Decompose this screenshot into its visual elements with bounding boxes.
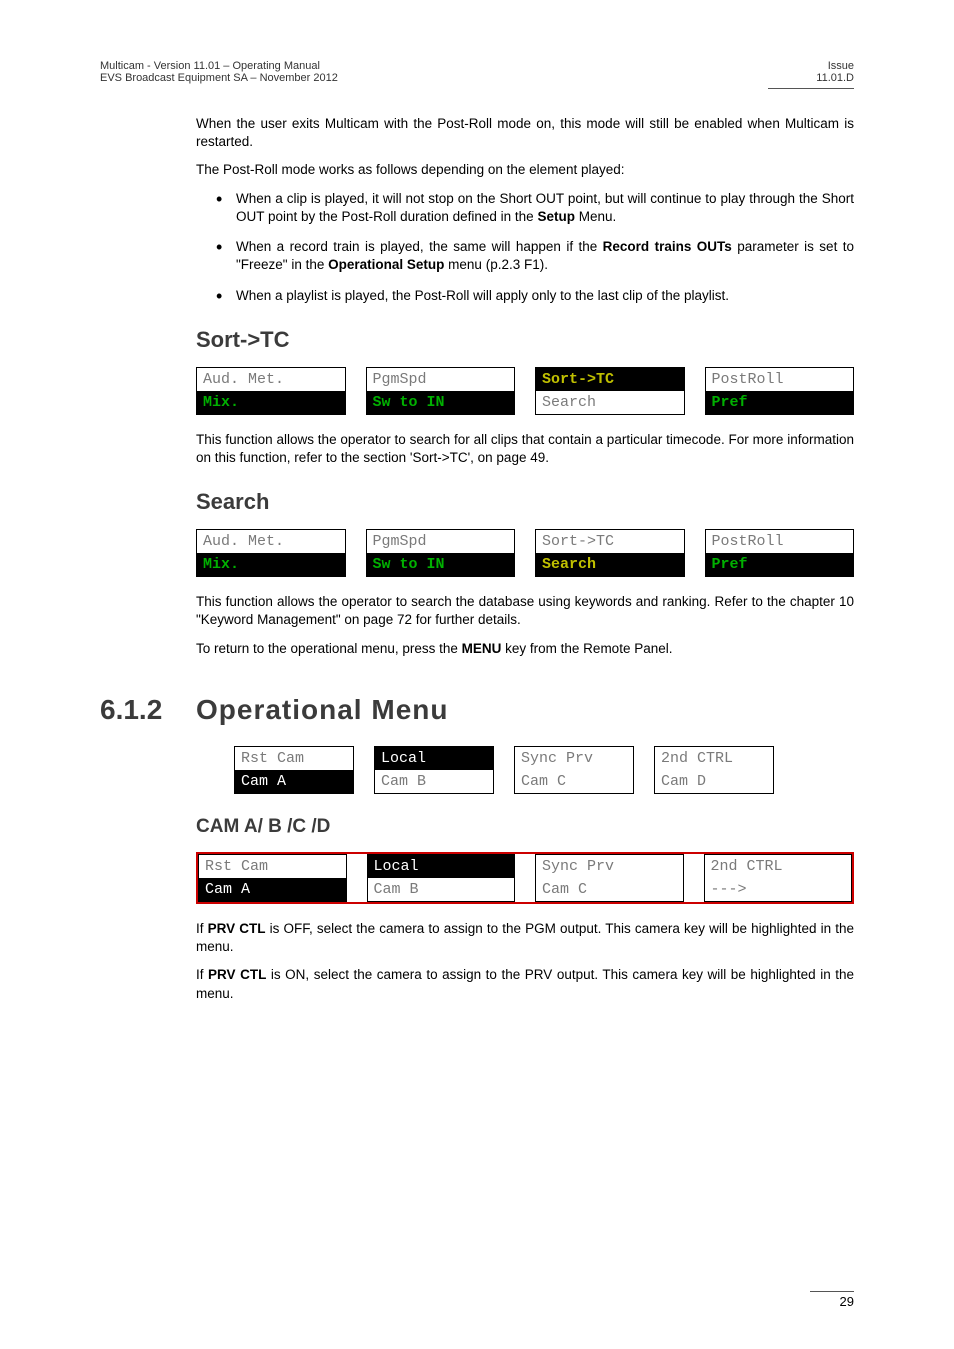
section-title: Operational Menu	[196, 694, 448, 726]
sorttc-heading: Sort->TC	[196, 327, 854, 353]
menu-cell: 2nd CTRL	[655, 747, 773, 770]
menu-cell: Search	[536, 553, 684, 576]
menu-cell: Rst Cam	[199, 855, 346, 878]
menu-col-4: PostRoll Pref	[705, 367, 855, 415]
menu-cell: Mix.	[197, 553, 345, 576]
menu-cell: Cam A	[235, 770, 353, 793]
menu-col-1: Rst Cam Cam A	[198, 854, 347, 902]
menu-cell: PgmSpd	[367, 530, 515, 553]
footer-rule	[810, 1291, 854, 1292]
menu-cell: Pref	[706, 553, 854, 576]
menu-col-2: Local Cam B	[374, 746, 494, 794]
menu-cell: Mix.	[197, 391, 345, 414]
search-menu-figure: Aud. Met. Mix. PgmSpd Sw to IN Sort->TC …	[196, 529, 854, 577]
menu-cell: Sync Prv	[515, 747, 633, 770]
sorttc-menu-figure: Aud. Met. Mix. PgmSpd Sw to IN Sort->TC …	[196, 367, 854, 415]
menu-cell: Sort->TC	[536, 368, 684, 391]
intro-para2: The Post-Roll mode works as follows depe…	[196, 161, 854, 179]
search-para2: To return to the operational menu, press…	[196, 640, 854, 658]
menu-cell: PostRoll	[706, 530, 854, 553]
menu-cell: Cam A	[199, 878, 346, 901]
footer: 29	[810, 1291, 854, 1309]
menu-cell: Pref	[706, 391, 854, 414]
menu-cell: Cam C	[515, 770, 633, 793]
opmenu-heading-row: 6.1.2 Operational Menu	[100, 694, 854, 726]
header-left-line2: EVS Broadcast Equipment SA – November 20…	[100, 72, 338, 84]
intro-bullet-3: When a playlist is played, the Post-Roll…	[216, 287, 854, 305]
cam-heading: CAM A/ B /C /D	[196, 816, 854, 838]
menu-cell: Local	[368, 855, 515, 878]
header-right-line1: Issue	[816, 60, 854, 72]
menu-cell: Aud. Met.	[197, 368, 345, 391]
menu-cell: Sync Prv	[536, 855, 683, 878]
menu-cell: --->	[705, 878, 852, 901]
menu-col-4: PostRoll Pref	[705, 529, 855, 577]
page-number: 29	[810, 1294, 854, 1309]
menu-cell: Cam B	[368, 878, 515, 901]
menu-col-1: Aud. Met. Mix.	[196, 529, 346, 577]
menu-cell: PostRoll	[706, 368, 854, 391]
search-para1: This function allows the operator to sea…	[196, 593, 854, 629]
cam-para1: If PRV CTL is OFF, select the camera to …	[196, 920, 854, 956]
search-heading: Search	[196, 489, 854, 515]
menu-col-2: Local Cam B	[367, 854, 516, 902]
page-header: Multicam - Version 11.01 – Operating Man…	[100, 60, 854, 84]
menu-col-3: Sync Prv Cam C	[514, 746, 634, 794]
menu-col-4: 2nd CTRL Cam D	[654, 746, 774, 794]
menu-cell: Sort->TC	[536, 530, 684, 553]
menu-cell: Sw to IN	[367, 391, 515, 414]
menu-cell: Cam D	[655, 770, 773, 793]
menu-cell: Local	[375, 747, 493, 770]
sorttc-para: This function allows the operator to sea…	[196, 431, 854, 467]
menu-col-4: 2nd CTRL --->	[704, 854, 853, 902]
header-rule	[768, 88, 854, 89]
menu-col-1: Rst Cam Cam A	[234, 746, 354, 794]
menu-cell: Rst Cam	[235, 747, 353, 770]
menu-cell: 2nd CTRL	[705, 855, 852, 878]
menu-col-3: Sync Prv Cam C	[535, 854, 684, 902]
intro-bullet-1: When a clip is played, it will not stop …	[216, 190, 854, 226]
intro-bullet-2: When a record train is played, the same …	[216, 238, 854, 274]
menu-cell: Cam B	[375, 770, 493, 793]
menu-cell: Sw to IN	[367, 553, 515, 576]
menu-cell: Search	[536, 391, 684, 414]
menu-col-3: Sort->TC Search	[535, 529, 685, 577]
menu-col-2: PgmSpd Sw to IN	[366, 367, 516, 415]
section-number: 6.1.2	[100, 694, 172, 726]
header-right-line2: 11.01.D	[816, 72, 854, 84]
menu-col-1: Aud. Met. Mix.	[196, 367, 346, 415]
menu-col-3: Sort->TC Search	[535, 367, 685, 415]
menu-col-2: PgmSpd Sw to IN	[366, 529, 516, 577]
intro-bullets: When a clip is played, it will not stop …	[196, 190, 854, 305]
cam-red-frame: Rst Cam Cam A Local Cam B Sync Prv Cam C…	[196, 852, 854, 904]
header-left-line1: Multicam - Version 11.01 – Operating Man…	[100, 60, 338, 72]
menu-cell: Aud. Met.	[197, 530, 345, 553]
menu-cell: Cam C	[536, 878, 683, 901]
menu-cell: PgmSpd	[367, 368, 515, 391]
cam-para2: If PRV CTL is ON, select the camera to a…	[196, 966, 854, 1002]
intro-para1: When the user exits Multicam with the Po…	[196, 115, 854, 151]
opmenu-figure: Rst Cam Cam A Local Cam B Sync Prv Cam C…	[234, 746, 774, 794]
